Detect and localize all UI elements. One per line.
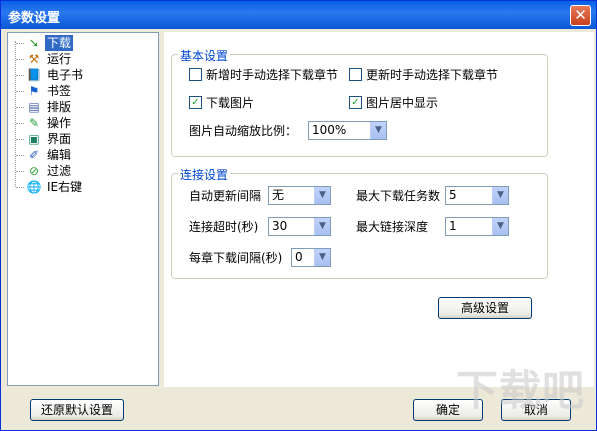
tree-item[interactable]: ⊘ 过滤 [8, 163, 158, 179]
manual-add-checkbox-box[interactable] [189, 68, 202, 81]
tree-connector [16, 75, 24, 76]
auto-update-value: 无 [272, 188, 285, 202]
timeout-label: 连接超时(秒) [189, 220, 259, 234]
tree-connector [16, 107, 24, 108]
close-button[interactable]: ✕ [570, 5, 591, 26]
zoom-label: 图片自动缩放比例： [189, 124, 298, 138]
tree-item[interactable]: ⚒ 运行 [8, 51, 158, 67]
title-bar[interactable]: 参数设置 ✕ [1, 1, 596, 29]
zoom-select[interactable]: 100% ▼ [308, 121, 387, 140]
restore-defaults-button[interactable]: 还原默认设置 [30, 399, 124, 421]
globe-icon: 🌐 [26, 180, 42, 194]
max-tasks-value: 5 [449, 188, 457, 202]
timeout-value: 30 [272, 219, 288, 233]
tree-item[interactable]: ⚑ 书签 [8, 83, 158, 99]
max-tasks-select[interactable]: 5 ▼ [445, 186, 509, 205]
advanced-settings-button[interactable]: 高级设置 [438, 297, 532, 319]
tree-connector [16, 139, 24, 140]
basic-settings-title: 基本设置 [178, 47, 231, 64]
download-images-checkbox-box[interactable]: ✓ [189, 96, 202, 109]
tree-item[interactable]: ▤ 排版 [8, 99, 158, 115]
basic-settings-group: 基本设置 新增时手动选择下载章节 更新时手动选择下载章节 ✓ 下载图片 ✓ 图片… [171, 47, 548, 157]
tree-connector [16, 187, 24, 188]
center-images-label: 图片居中显示 [366, 96, 439, 110]
chevron-down-icon[interactable]: ▼ [314, 187, 330, 204]
tree-item-label: IE右键 [47, 180, 83, 194]
tree-item[interactable]: ▣ 界面 [8, 131, 158, 147]
tree-item-label: 操作 [47, 116, 72, 130]
tree-item[interactable]: 📘 电子书 [8, 67, 158, 83]
tree-item-label: 书签 [47, 84, 72, 98]
zoom-value: 100% [312, 123, 347, 137]
book-icon: 📘 [26, 68, 42, 82]
layout-icon: ▤ [28, 100, 40, 114]
chapter-interval-value: 0 [295, 250, 303, 264]
window-title: 参数设置 [8, 11, 61, 26]
max-depth-select[interactable]: 1 ▼ [445, 217, 509, 236]
connection-settings-group: 连接设置 自动更新间隔 无 ▼ 最大下载任务数 5 ▼ 连接超时(秒) 30 ▼… [171, 166, 548, 279]
download-images-label: 下载图片 [206, 96, 255, 110]
tree-item[interactable]: ✐ 编辑 [8, 147, 158, 163]
settings-dialog: 参数设置 ✕ ➘ 下载 ⚒ 运行 📘 电子书 ⚑ 书签 ▤ 排版 ✎ 操作 ▣ 界面 ✐ 编辑 ⊘ 过滤 🌐 IE右键… [0, 0, 597, 431]
chevron-down-icon[interactable]: ▼ [492, 187, 508, 204]
tree-connector [16, 155, 24, 156]
tree-connector [16, 91, 24, 92]
tree-item-label: 编辑 [47, 148, 72, 162]
tree-item-label: 运行 [47, 52, 72, 66]
hammer-icon: ⚒ [28, 52, 40, 66]
manual-update-label: 更新时手动选择下载章节 [366, 68, 499, 82]
operation-icon: ✎ [28, 116, 40, 130]
tree-item-label: 界面 [47, 132, 72, 146]
settings-tree: ➘ 下载 ⚒ 运行 📘 电子书 ⚑ 书签 ▤ 排版 ✎ 操作 ▣ 界面 ✐ 编辑 ⊘ 过滤 🌐 IE右键 [7, 32, 159, 386]
center-images-checkbox-box[interactable]: ✓ [349, 96, 362, 109]
manual-add-label: 新增时手动选择下载章节 [206, 68, 339, 82]
tree-connector [16, 123, 24, 124]
tree-connector [16, 43, 24, 44]
download-arrow-icon: ➘ [28, 36, 40, 50]
auto-update-select[interactable]: 无 ▼ [268, 186, 331, 205]
connection-settings-title: 连接设置 [178, 166, 231, 183]
watermark-logo: 下载吧 [456, 366, 586, 415]
tree-item[interactable]: ✎ 操作 [8, 115, 158, 131]
window-icon: ▣ [28, 132, 40, 146]
tree-item[interactable]: ➘ 下载 [8, 35, 158, 51]
auto-update-label: 自动更新间隔 [189, 189, 262, 203]
max-depth-value: 1 [449, 219, 457, 233]
edit-icon: ✐ [28, 148, 40, 162]
chapter-interval-select[interactable]: 0 ▼ [291, 248, 331, 267]
max-depth-label: 最大链接深度 [356, 220, 429, 234]
max-tasks-label: 最大下载任务数 [356, 189, 441, 203]
tree-connector [16, 59, 24, 60]
chevron-down-icon[interactable]: ▼ [370, 122, 386, 139]
manual-update-checkbox-box[interactable] [349, 68, 362, 81]
chevron-down-icon[interactable]: ▼ [314, 249, 330, 266]
tree-item[interactable]: 🌐 IE右键 [8, 179, 158, 195]
tree-item-label: 过滤 [47, 164, 72, 178]
tree-item-label: 下载 [45, 35, 74, 51]
chapter-interval-label: 每章下载间隔(秒) [189, 251, 283, 265]
chevron-down-icon[interactable]: ▼ [314, 218, 330, 235]
settings-panel: 基本设置 新增时手动选择下载章节 更新时手动选择下载章节 ✓ 下载图片 ✓ 图片… [164, 32, 594, 387]
timeout-select[interactable]: 30 ▼ [268, 217, 331, 236]
tree-connector [16, 171, 24, 172]
flag-icon: ⚑ [28, 84, 40, 98]
tree-item-label: 排版 [47, 100, 72, 114]
chevron-down-icon[interactable]: ▼ [492, 218, 508, 235]
filter-icon: ⊘ [28, 164, 40, 178]
tree-item-label: 电子书 [47, 68, 84, 82]
